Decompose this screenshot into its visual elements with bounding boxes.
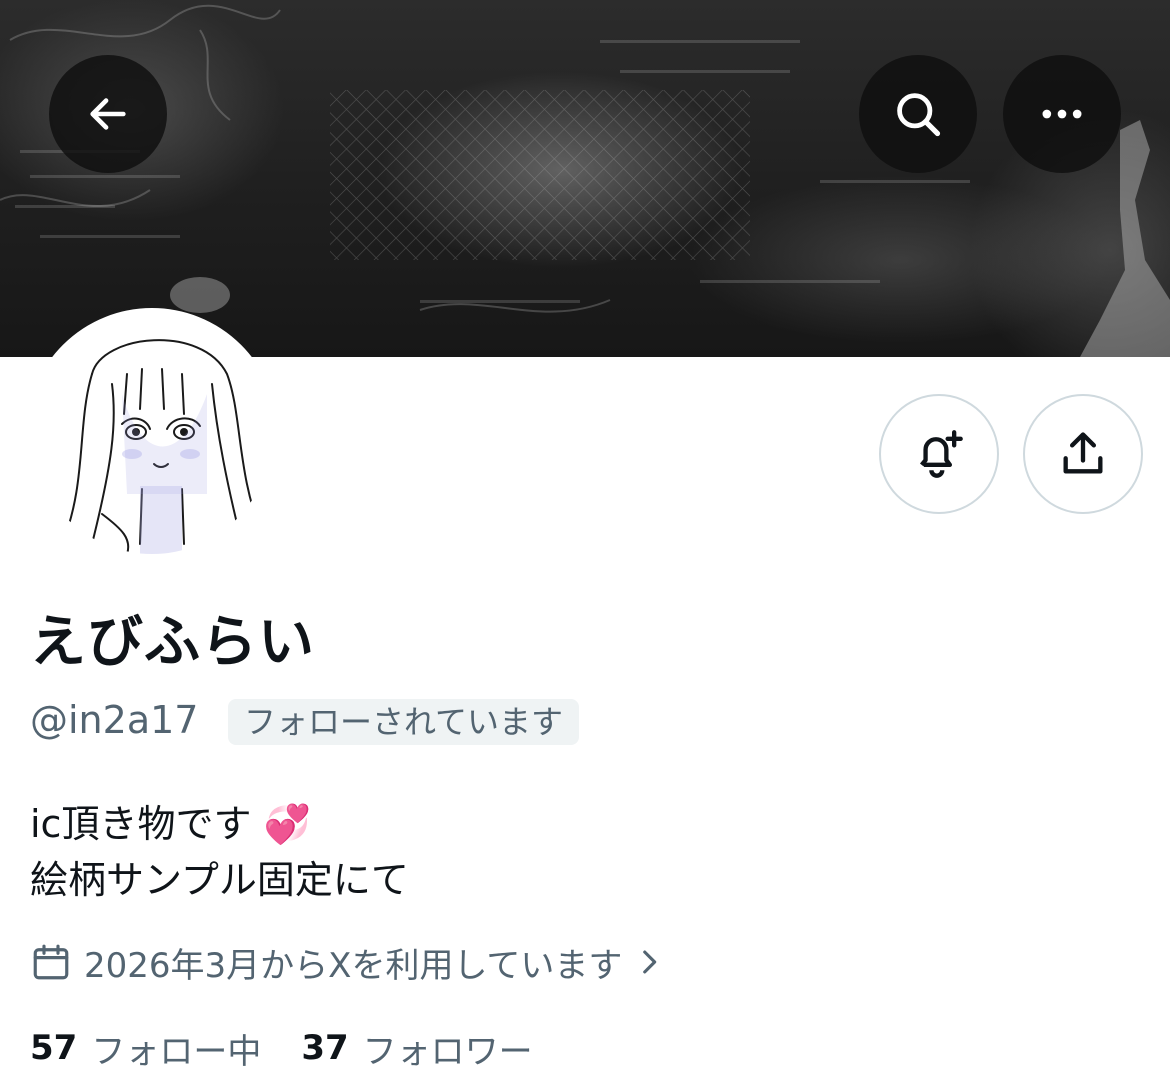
following-count: 57 xyxy=(30,1028,78,1068)
more-dots-icon xyxy=(1042,109,1082,119)
bell-plus-icon xyxy=(919,430,963,478)
display-name: えびふらい xyxy=(30,610,315,675)
follows-you-badge: フォローされています xyxy=(228,699,580,745)
search-button[interactable] xyxy=(859,55,977,173)
profile-banner xyxy=(0,0,1170,357)
back-button[interactable] xyxy=(49,55,167,173)
follow-stats: 57 フォロー中 37 フォロワー xyxy=(30,1024,573,1072)
bio: ic頂き物です 💞 絵柄サンプル固定にて xyxy=(30,796,409,908)
joined-date[interactable]: 2026年3月からXを利用しています xyxy=(30,938,666,986)
joined-text: 2026年3月からXを利用しています xyxy=(84,945,623,986)
notify-button[interactable] xyxy=(879,394,999,514)
bio-emoji: 💞 xyxy=(263,802,311,846)
more-button[interactable] xyxy=(1003,55,1121,173)
calendar-icon xyxy=(33,944,69,980)
avatar[interactable] xyxy=(26,308,278,560)
bio-line-2: 絵柄サンプル固定にて xyxy=(30,858,409,902)
followers-count: 37 xyxy=(301,1028,349,1068)
handle: @in2a17 xyxy=(30,698,199,742)
avatar-illustration xyxy=(32,314,272,554)
banner-texture xyxy=(0,4,1170,357)
followers-label: フォロワー xyxy=(362,1031,533,1072)
share-upload-icon xyxy=(1063,432,1103,474)
chevron-right-icon xyxy=(643,950,657,974)
following-link[interactable]: 57 フォロー中 xyxy=(30,1024,261,1073)
bio-line-1: ic頂き物です 💞 xyxy=(30,796,409,852)
back-arrow-icon xyxy=(90,98,126,130)
bio-line-1-text: ic頂き物です xyxy=(30,802,252,846)
search-icon xyxy=(897,93,941,137)
share-button[interactable] xyxy=(1023,394,1143,514)
following-label: フォロー中 xyxy=(91,1031,262,1072)
followers-link[interactable]: 37 フォロワー xyxy=(301,1024,532,1073)
